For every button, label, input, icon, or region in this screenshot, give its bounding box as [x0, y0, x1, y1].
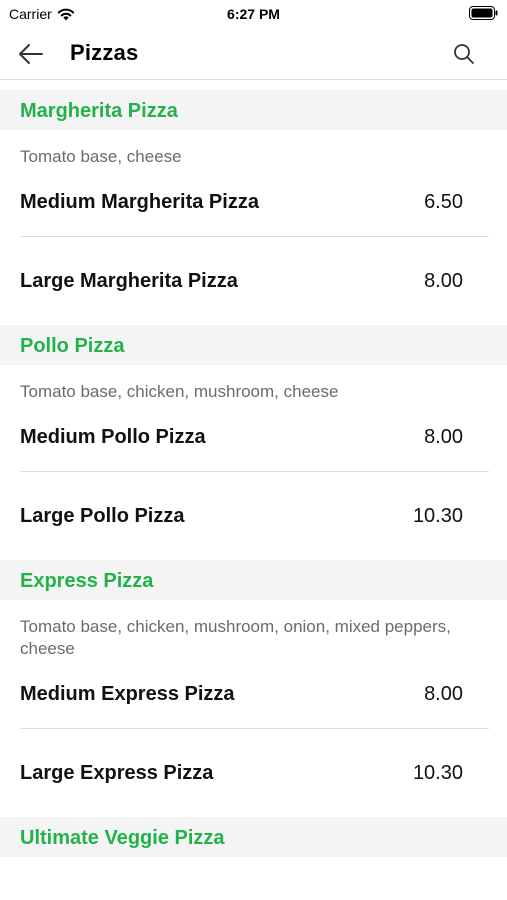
item-price: 6.50: [424, 190, 463, 213]
menu-item-large-margherita[interactable]: Large Margherita Pizza 8.00: [0, 237, 507, 325]
section-title: Pollo Pizza: [20, 334, 125, 357]
menu-list: Margherita Pizza Tomato base, cheese Med…: [0, 80, 507, 857]
item-price: 8.00: [424, 425, 463, 448]
menu-item-medium-express[interactable]: Medium Express Pizza 8.00: [0, 660, 507, 728]
section-header-express: Express Pizza: [0, 560, 507, 600]
section-title: Margherita Pizza: [20, 99, 178, 122]
status-bar: Carrier 6:27 PM: [0, 0, 507, 28]
item-name: Medium Pollo Pizza: [20, 425, 206, 448]
menu-item-medium-margherita[interactable]: Medium Margherita Pizza 6.50: [0, 168, 507, 236]
item-price: 8.00: [424, 269, 463, 292]
item-name: Large Margherita Pizza: [20, 269, 238, 292]
item-price: 10.30: [412, 504, 463, 527]
back-button[interactable]: [16, 40, 46, 68]
section-header-ultimate-veggie: Ultimate Veggie Pizza: [0, 817, 507, 857]
page-title: Pizzas: [70, 40, 139, 65]
search-button[interactable]: [451, 41, 477, 67]
search-icon: [454, 44, 474, 64]
clock: 6:27 PM: [227, 6, 280, 22]
item-name: Large Pollo Pizza: [20, 504, 185, 527]
item-price: 10.30: [412, 761, 463, 784]
navigation-bar: Pizzas: [0, 28, 507, 80]
section-description: Tomato base, chicken, mushroom, cheese: [20, 382, 339, 401]
section-title: Ultimate Veggie Pizza: [20, 826, 225, 849]
item-name: Large Express Pizza: [20, 761, 214, 784]
menu-item-medium-pollo[interactable]: Medium Pollo Pizza 8.00: [0, 403, 507, 471]
item-name: Medium Margherita Pizza: [20, 190, 259, 213]
section-description: Tomato base, cheese: [20, 147, 182, 166]
menu-item-large-pollo[interactable]: Large Pollo Pizza 10.30: [0, 472, 507, 560]
section-title: Express Pizza: [20, 569, 154, 592]
battery-icon: [469, 6, 498, 20]
section-header-margherita: Margherita Pizza: [0, 90, 507, 130]
section-description: Tomato base, chicken, mushroom, onion, m…: [20, 617, 451, 658]
arrow-left-icon: [19, 44, 43, 64]
item-price: 8.00: [424, 682, 463, 705]
item-name: Medium Express Pizza: [20, 682, 235, 705]
menu-item-large-express[interactable]: Large Express Pizza 10.30: [0, 729, 507, 817]
section-header-pollo: Pollo Pizza: [0, 325, 507, 365]
